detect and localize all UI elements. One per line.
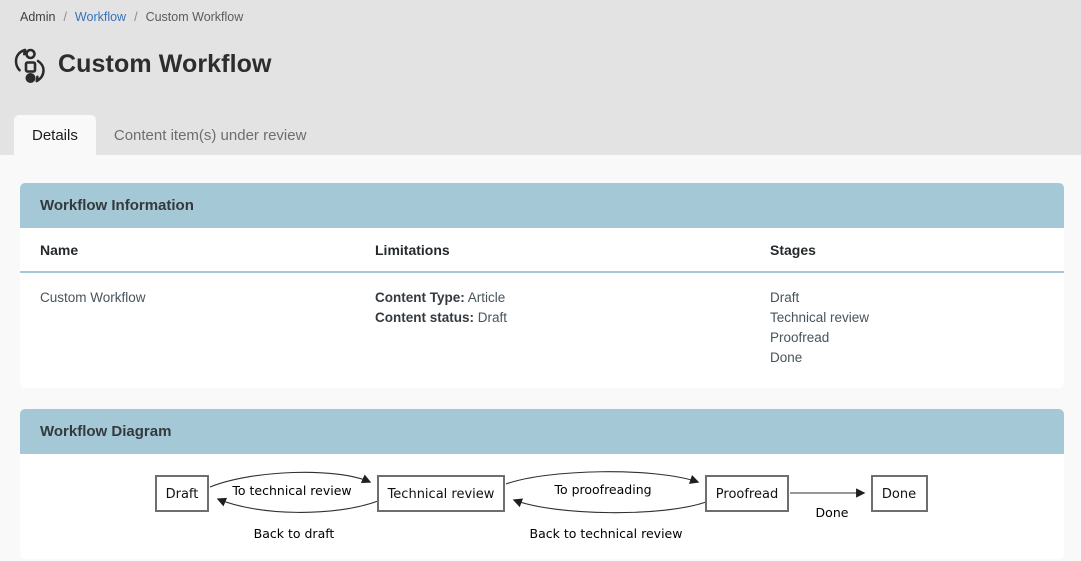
- tab-content-items-under-review[interactable]: Content item(s) under review: [96, 115, 325, 155]
- transition-label-to-technical-review: To technical review: [231, 483, 351, 498]
- transition-label-back-to-technical-review: Back to technical review: [530, 526, 683, 541]
- title-row: Custom Workflow: [13, 44, 1061, 84]
- limitation-value: Article: [468, 290, 506, 305]
- main-content: Workflow Information Name Limitations St…: [0, 155, 1081, 559]
- column-header-name: Name: [40, 242, 375, 258]
- column-header-stages: Stages: [770, 242, 1044, 258]
- workflow-diagram: To technical review Back to draft To pro…: [20, 454, 1064, 559]
- diagram-node-draft: Draft: [156, 476, 208, 511]
- limitation-content-type: Content Type: Article: [375, 288, 770, 308]
- breadcrumb-item-admin: Admin: [20, 10, 55, 24]
- diagram-node-proofread: Proofread: [706, 476, 788, 511]
- limitation-label: Content status:: [375, 310, 474, 325]
- stage-item: Technical review: [770, 308, 1044, 328]
- edge-proofread-to-technical-review: [514, 500, 706, 513]
- page-header: Admin / Workflow / Custom Workflow Custo…: [0, 0, 1081, 155]
- breadcrumb-separator: /: [134, 10, 137, 24]
- breadcrumb-separator: /: [63, 10, 66, 24]
- diagram-node-technical-review: Technical review: [378, 476, 504, 511]
- workflow-information-card: Workflow Information Name Limitations St…: [20, 183, 1064, 388]
- workflow-icon: [13, 47, 47, 84]
- stage-item: Draft: [770, 288, 1044, 308]
- tab-details[interactable]: Details: [14, 115, 96, 155]
- node-label-technical-review: Technical review: [387, 487, 495, 502]
- workflow-diagram-card: Workflow Diagram: [20, 409, 1064, 559]
- limitation-content-status: Content status: Draft: [375, 308, 770, 328]
- transition-label-done: Done: [816, 505, 849, 520]
- diagram-node-done: Done: [872, 476, 927, 511]
- stage-item: Proofread: [770, 328, 1044, 348]
- tab-bar: Details Content item(s) under review: [14, 115, 324, 155]
- breadcrumb-link-workflow[interactable]: Workflow: [75, 10, 126, 24]
- transition-label-to-proofreading: To proofreading: [553, 482, 651, 497]
- stages-cell: Draft Technical review Proofread Done: [770, 288, 1044, 368]
- workflow-diagram-header: Workflow Diagram: [20, 409, 1064, 454]
- edge-technical-review-to-draft: [218, 499, 378, 512]
- limitations-cell: Content Type: Article Content status: Dr…: [375, 288, 770, 368]
- column-header-limitations: Limitations: [375, 242, 770, 258]
- workflow-information-header: Workflow Information: [20, 183, 1064, 228]
- page-title: Custom Workflow: [58, 50, 272, 79]
- limitation-label: Content Type:: [375, 290, 465, 305]
- info-table-header-row: Name Limitations Stages: [20, 228, 1064, 273]
- breadcrumb-item-current: Custom Workflow: [146, 10, 244, 24]
- stage-item: Done: [770, 348, 1044, 368]
- node-label-draft: Draft: [166, 487, 199, 502]
- node-label-done: Done: [882, 487, 916, 502]
- info-table-row: Custom Workflow Content Type: Article Co…: [20, 273, 1064, 388]
- page: Admin / Workflow / Custom Workflow Custo…: [0, 0, 1081, 561]
- limitation-value: Draft: [478, 310, 507, 325]
- workflow-name-cell: Custom Workflow: [40, 288, 375, 368]
- node-label-proofread: Proofread: [716, 487, 778, 502]
- transition-label-back-to-draft: Back to draft: [254, 526, 335, 541]
- breadcrumb: Admin / Workflow / Custom Workflow: [20, 10, 1061, 24]
